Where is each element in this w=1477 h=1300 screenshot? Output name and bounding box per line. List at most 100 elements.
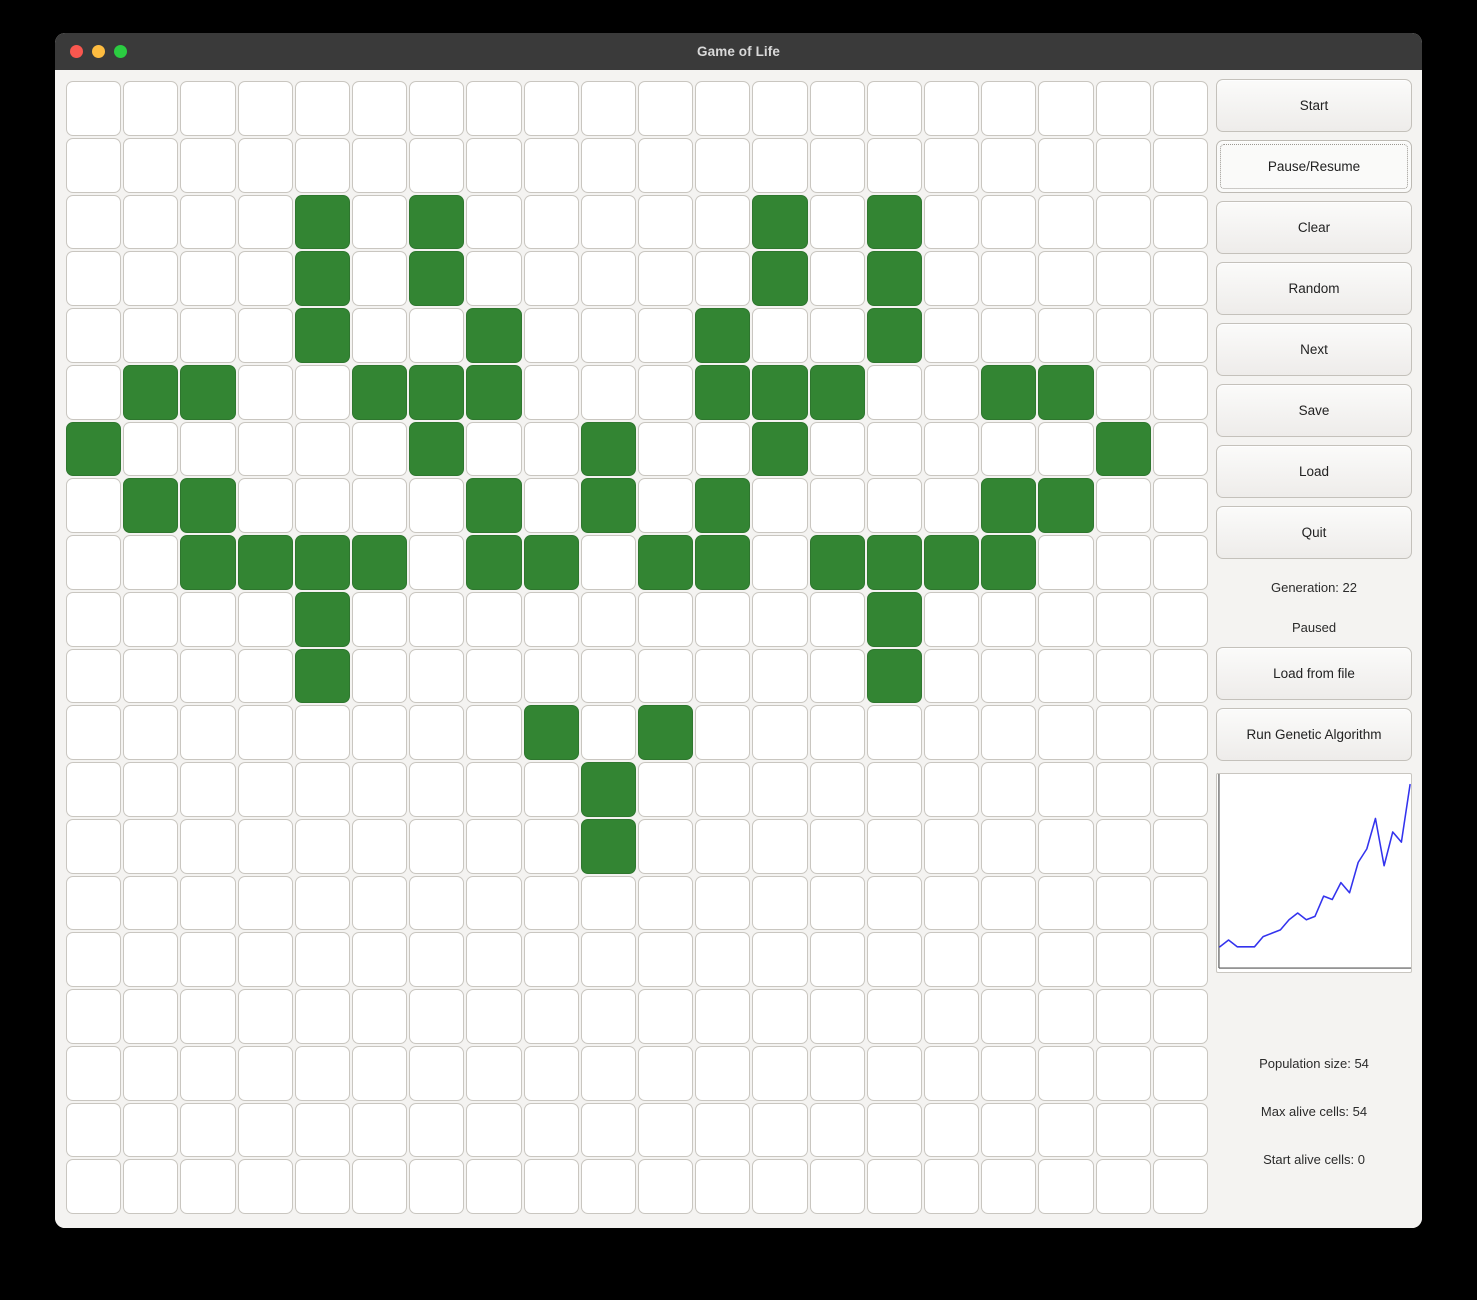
grid-cell[interactable] [294, 1045, 350, 1101]
grid-cell[interactable] [180, 762, 236, 817]
grid-cell[interactable] [123, 591, 179, 647]
grid-cell[interactable] [809, 705, 865, 760]
grid-cell[interactable] [123, 308, 179, 363]
grid-cell[interactable] [1095, 251, 1151, 306]
grid-cell[interactable] [466, 762, 522, 817]
grid-cell[interactable] [981, 932, 1037, 987]
grid-cell[interactable] [294, 535, 350, 590]
grid-cell[interactable] [294, 648, 350, 704]
grid-cell[interactable] [180, 137, 236, 193]
grid-cell[interactable] [580, 1159, 636, 1214]
grid-cell[interactable] [981, 648, 1037, 704]
grid-cell[interactable] [523, 194, 579, 250]
grid-cell[interactable] [352, 421, 408, 477]
grid-cell[interactable] [1038, 308, 1094, 363]
grid-cell[interactable] [752, 818, 808, 874]
grid-cell[interactable] [924, 194, 980, 250]
grid-cell[interactable] [466, 308, 522, 363]
grid-cell[interactable] [981, 421, 1037, 477]
grid-cell[interactable] [466, 875, 522, 931]
quit-button[interactable]: Quit [1216, 506, 1412, 559]
grid-cell[interactable] [66, 932, 122, 987]
grid-cell[interactable] [695, 648, 751, 704]
grid-cell[interactable] [1152, 705, 1208, 760]
grid-cell[interactable] [1152, 1102, 1208, 1158]
grid-cell[interactable] [466, 1045, 522, 1101]
grid-cell[interactable] [352, 875, 408, 931]
grid-cell[interactable] [123, 1102, 179, 1158]
grid-cell[interactable] [409, 535, 465, 590]
grid-cell[interactable] [409, 932, 465, 987]
grid-cell[interactable] [66, 591, 122, 647]
grid-cell[interactable] [523, 818, 579, 874]
grid-cell[interactable] [66, 364, 122, 420]
grid-cell[interactable] [695, 591, 751, 647]
grid-cell[interactable] [981, 308, 1037, 363]
grid-cell[interactable] [981, 137, 1037, 193]
grid-cell[interactable] [866, 1159, 922, 1214]
grid-cell[interactable] [695, 1159, 751, 1214]
grid-cell[interactable] [866, 591, 922, 647]
grid-cell[interactable] [1152, 308, 1208, 363]
grid-cell[interactable] [580, 818, 636, 874]
grid-cell[interactable] [866, 875, 922, 931]
grid-cell[interactable] [523, 137, 579, 193]
grid-cell[interactable] [695, 1102, 751, 1158]
grid-cell[interactable] [523, 648, 579, 704]
grid-cell[interactable] [580, 251, 636, 306]
grid-cell[interactable] [1038, 875, 1094, 931]
load-button[interactable]: Load [1216, 445, 1412, 498]
grid-cell[interactable] [409, 308, 465, 363]
grid-cell[interactable] [352, 308, 408, 363]
grid-cell[interactable] [809, 762, 865, 817]
grid-cell[interactable] [352, 591, 408, 647]
grid-cell[interactable] [1095, 194, 1151, 250]
grid-cell[interactable] [924, 421, 980, 477]
grid-cell[interactable] [66, 1159, 122, 1214]
grid-cell[interactable] [1152, 137, 1208, 193]
grid-cell[interactable] [409, 989, 465, 1044]
grid-cell[interactable] [580, 308, 636, 363]
grid-cell[interactable] [466, 364, 522, 420]
grid-cell[interactable] [809, 421, 865, 477]
grid-cell[interactable] [294, 1102, 350, 1158]
grid-cell[interactable] [123, 989, 179, 1044]
grid-cell[interactable] [123, 1045, 179, 1101]
grid-cell[interactable] [1095, 421, 1151, 477]
grid-cell[interactable] [981, 535, 1037, 590]
grid-cell[interactable] [352, 762, 408, 817]
grid-cell[interactable] [695, 194, 751, 250]
grid-cell[interactable] [523, 364, 579, 420]
grid-cell[interactable] [523, 308, 579, 363]
grid-cell[interactable] [1038, 1045, 1094, 1101]
grid-cell[interactable] [981, 818, 1037, 874]
grid-cell[interactable] [466, 81, 522, 136]
grid-cell[interactable] [924, 762, 980, 817]
grid-cell[interactable] [352, 705, 408, 760]
grid-cell[interactable] [580, 705, 636, 760]
grid-cell[interactable] [638, 762, 694, 817]
grid-cell[interactable] [981, 81, 1037, 136]
grid-cell[interactable] [123, 535, 179, 590]
next-button[interactable]: Next [1216, 323, 1412, 376]
grid-cell[interactable] [638, 308, 694, 363]
grid-cell[interactable] [752, 478, 808, 533]
grid-cell[interactable] [924, 478, 980, 533]
load-from-file-button[interactable]: Load from file [1216, 647, 1412, 700]
run-genetic-algorithm-button[interactable]: Run Genetic Algorithm [1216, 708, 1412, 761]
grid-cell[interactable] [66, 705, 122, 760]
grid-cell[interactable] [523, 762, 579, 817]
grid-cell[interactable] [180, 251, 236, 306]
random-button[interactable]: Random [1216, 262, 1412, 315]
grid-cell[interactable] [638, 648, 694, 704]
grid-cell[interactable] [409, 1159, 465, 1214]
grid-cell[interactable] [1095, 762, 1151, 817]
grid-cell[interactable] [638, 194, 694, 250]
grid-cell[interactable] [180, 818, 236, 874]
grid-cell[interactable] [409, 762, 465, 817]
grid-cell[interactable] [924, 535, 980, 590]
grid-cell[interactable] [580, 81, 636, 136]
grid-cell[interactable] [237, 421, 293, 477]
grid-cell[interactable] [981, 194, 1037, 250]
grid-cell[interactable] [123, 762, 179, 817]
